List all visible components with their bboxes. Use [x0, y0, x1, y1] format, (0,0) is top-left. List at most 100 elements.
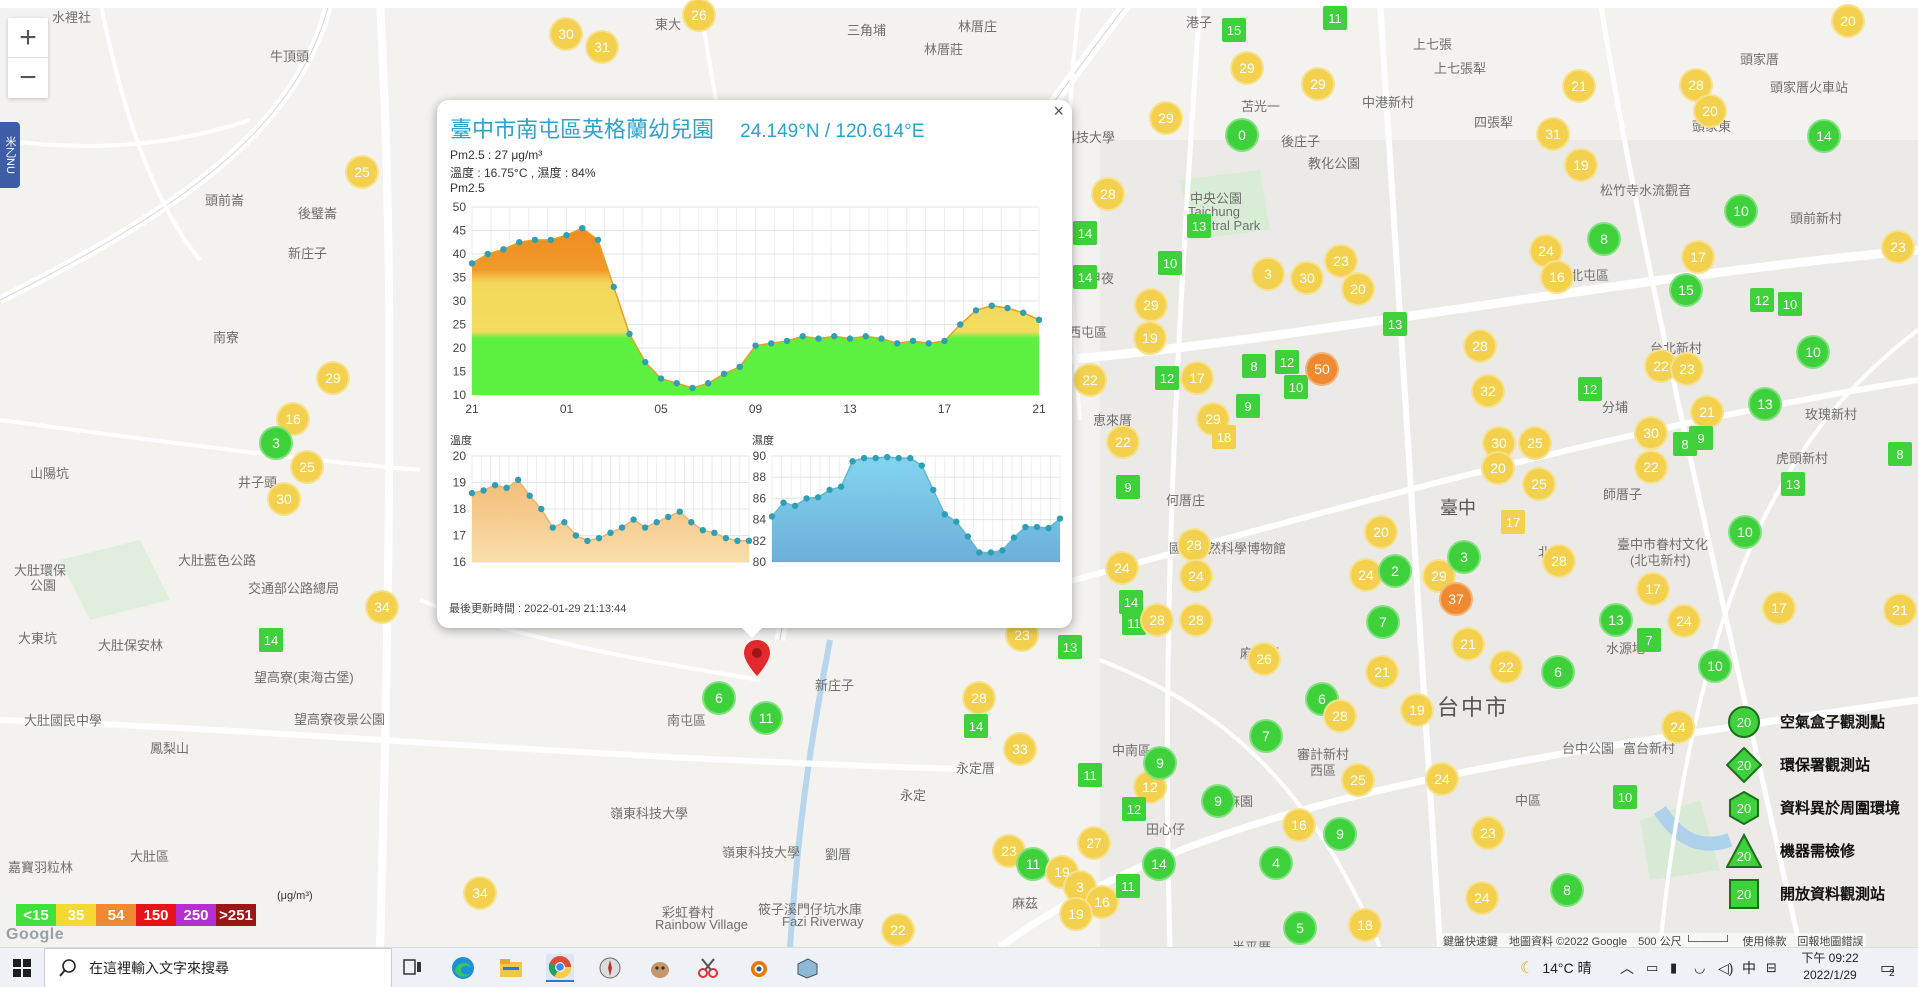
airbox-marker[interactable]: 29 — [1134, 288, 1168, 322]
open-data-marker[interactable]: 12 — [1155, 366, 1179, 390]
airbox-marker[interactable]: 22 — [1106, 425, 1140, 459]
open-data-marker[interactable]: 8 — [1242, 354, 1266, 378]
compass-app-icon[interactable] — [596, 954, 624, 982]
airbox-marker[interactable]: 24 — [1425, 762, 1459, 796]
airbox-marker[interactable]: 21 — [1562, 69, 1596, 103]
airbox-marker[interactable]: 21 — [1451, 627, 1485, 661]
open-data-marker[interactable]: 14 — [1073, 221, 1097, 245]
network-icon[interactable]: ▭ — [1646, 948, 1658, 987]
airbox-marker[interactable]: 25 — [1341, 763, 1375, 797]
google-logo[interactable]: Google — [6, 926, 64, 944]
airbox-marker[interactable]: 34 — [463, 876, 497, 910]
ime-mode-icon[interactable]: ⊟ — [1766, 948, 1777, 987]
open-data-marker[interactable]: 12 — [1750, 288, 1774, 312]
task-view-icon[interactable] — [399, 954, 427, 982]
blender-icon[interactable] — [744, 954, 772, 982]
airbox-marker[interactable]: 28 — [1140, 603, 1174, 637]
map-attribution[interactable]: 鍵盤快速鍵 地圖資料 ©2022 Google 500 公尺 └────┘ 使用… — [1440, 933, 1867, 947]
app-icon-animal[interactable] — [646, 954, 674, 982]
airbox-marker[interactable]: 27 — [1077, 826, 1111, 860]
airbox-marker[interactable]: 13 — [1599, 603, 1633, 637]
open-data-marker[interactable]: 13 — [1187, 214, 1211, 238]
open-data-marker[interactable]: 10 — [1778, 292, 1802, 316]
start-button[interactable] — [0, 948, 44, 987]
taskbar-clock[interactable]: 下午 09:22 2022/1/29 — [1790, 950, 1870, 984]
airbox-marker[interactable]: 30 — [267, 482, 301, 516]
location-pin-icon[interactable] — [744, 640, 770, 676]
airbox-marker[interactable]: 2 — [1378, 554, 1412, 588]
airbox-marker[interactable]: 0 — [1225, 118, 1259, 152]
airbox-marker[interactable]: 29 — [1149, 101, 1183, 135]
edge-browser-icon[interactable] — [449, 954, 477, 982]
airbox-marker[interactable]: 25 — [345, 155, 379, 189]
airbox-marker[interactable]: 28 — [1091, 177, 1125, 211]
chrome-icon[interactable] — [546, 954, 574, 982]
airbox-marker[interactable]: 6 — [1541, 655, 1575, 689]
file-explorer-icon[interactable] — [497, 954, 525, 982]
map-canvas[interactable]: 水裡社 牛頂頭 頭前崙 後璧崙 新庄子 南寮 山陽坑 井子頭 大肚環保 公園 大肚藍色公路 大東坑 大肚… — [0, 0, 1918, 947]
airbox-marker[interactable]: 3 — [259, 426, 293, 460]
airbox-marker[interactable]: 28 — [1179, 603, 1213, 637]
airbox-marker[interactable]: 3 — [1447, 540, 1481, 574]
airbox-marker[interactable]: 50 — [1305, 352, 1339, 386]
airbox-marker[interactable]: 19 — [1564, 148, 1598, 182]
zoom-out-button[interactable]: − — [8, 58, 48, 98]
airbox-marker[interactable]: 31 — [1536, 117, 1570, 151]
airbox-marker[interactable]: 22 — [1073, 363, 1107, 397]
airbox-marker[interactable]: 21 — [1690, 395, 1724, 429]
open-data-marker[interactable]: 12 — [1122, 797, 1146, 821]
airbox-marker[interactable]: 28 — [1463, 329, 1497, 363]
open-data-marker[interactable]: 13 — [1781, 472, 1805, 496]
airbox-marker[interactable]: 23 — [1881, 230, 1915, 264]
airbox-marker[interactable]: 34 — [365, 590, 399, 624]
airbox-marker[interactable]: 26 — [1247, 642, 1281, 676]
airbox-marker[interactable]: 4 — [1259, 846, 1293, 880]
airbox-marker[interactable]: 24 — [1667, 604, 1701, 638]
airbox-marker[interactable]: 31 — [585, 30, 619, 64]
airbox-marker[interactable]: 24 — [1105, 551, 1139, 585]
airbox-marker[interactable]: 19 — [1133, 321, 1167, 355]
airbox-marker[interactable]: 28 — [1177, 528, 1211, 562]
open-data-marker[interactable]: 9 — [1236, 394, 1260, 418]
airbox-marker[interactable]: 9 — [1201, 784, 1235, 818]
snipping-tool-icon[interactable] — [694, 954, 722, 982]
airbox-marker[interactable]: 10 — [1724, 194, 1758, 228]
airbox-marker[interactable]: 20 — [1341, 272, 1375, 306]
battery-icon[interactable]: ▮ — [1670, 948, 1677, 987]
airbox-marker[interactable]: 17 — [1636, 572, 1670, 606]
airbox-marker[interactable]: 19 — [1400, 693, 1434, 727]
airbox-marker[interactable]: 20 — [1831, 4, 1865, 38]
open-data-marker[interactable]: 13 — [1383, 312, 1407, 336]
airbox-marker[interactable]: 30 — [1634, 416, 1668, 450]
airbox-marker[interactable]: 21 — [1365, 655, 1399, 689]
open-data-marker[interactable]: 14 — [964, 714, 988, 738]
airbox-marker[interactable]: 29 — [316, 361, 350, 395]
airbox-marker[interactable]: 21 — [1883, 593, 1917, 627]
airbox-marker[interactable]: 7 — [1366, 605, 1400, 639]
ime-indicator[interactable]: 中 — [1742, 948, 1756, 987]
airbox-marker[interactable]: 5 — [1283, 911, 1317, 945]
airbox-marker[interactable]: 11 — [749, 701, 783, 735]
side-panel-tab[interactable]: 米乙NU — [0, 122, 20, 188]
airbox-marker[interactable]: 29 — [1230, 51, 1264, 85]
airbox-marker[interactable]: 17 — [1681, 240, 1715, 274]
open-data-marker[interactable]: 14 — [259, 628, 283, 652]
airbox-marker[interactable]: 32 — [1471, 374, 1505, 408]
zoom-in-button[interactable]: + — [8, 18, 48, 58]
open-data-marker[interactable]: 10 — [1158, 251, 1182, 275]
airbox-marker[interactable]: 16 — [1282, 808, 1316, 842]
airbox-marker[interactable]: 14 — [1807, 119, 1841, 153]
open-data-marker[interactable]: 8 — [1888, 442, 1912, 466]
airbox-marker[interactable]: 30 — [549, 17, 583, 51]
notification-center[interactable]: ▭ 2 — [1880, 948, 1895, 987]
airbox-marker[interactable]: 22 — [1634, 450, 1668, 484]
airbox-marker[interactable]: 8 — [1550, 873, 1584, 907]
airbox-marker[interactable]: 18 — [1348, 908, 1382, 942]
weather-widget[interactable]: ☾ 14°C 晴 — [1520, 948, 1592, 987]
open-data-marker[interactable]: 17 — [1501, 510, 1525, 534]
airbox-marker[interactable]: 20 — [1364, 515, 1398, 549]
airbox-marker[interactable]: 25 — [1522, 467, 1556, 501]
airbox-marker[interactable]: 28 — [1323, 699, 1357, 733]
tray-chevron-icon[interactable]: ︿ — [1620, 948, 1634, 987]
airbox-marker[interactable]: 19 — [1059, 897, 1093, 931]
